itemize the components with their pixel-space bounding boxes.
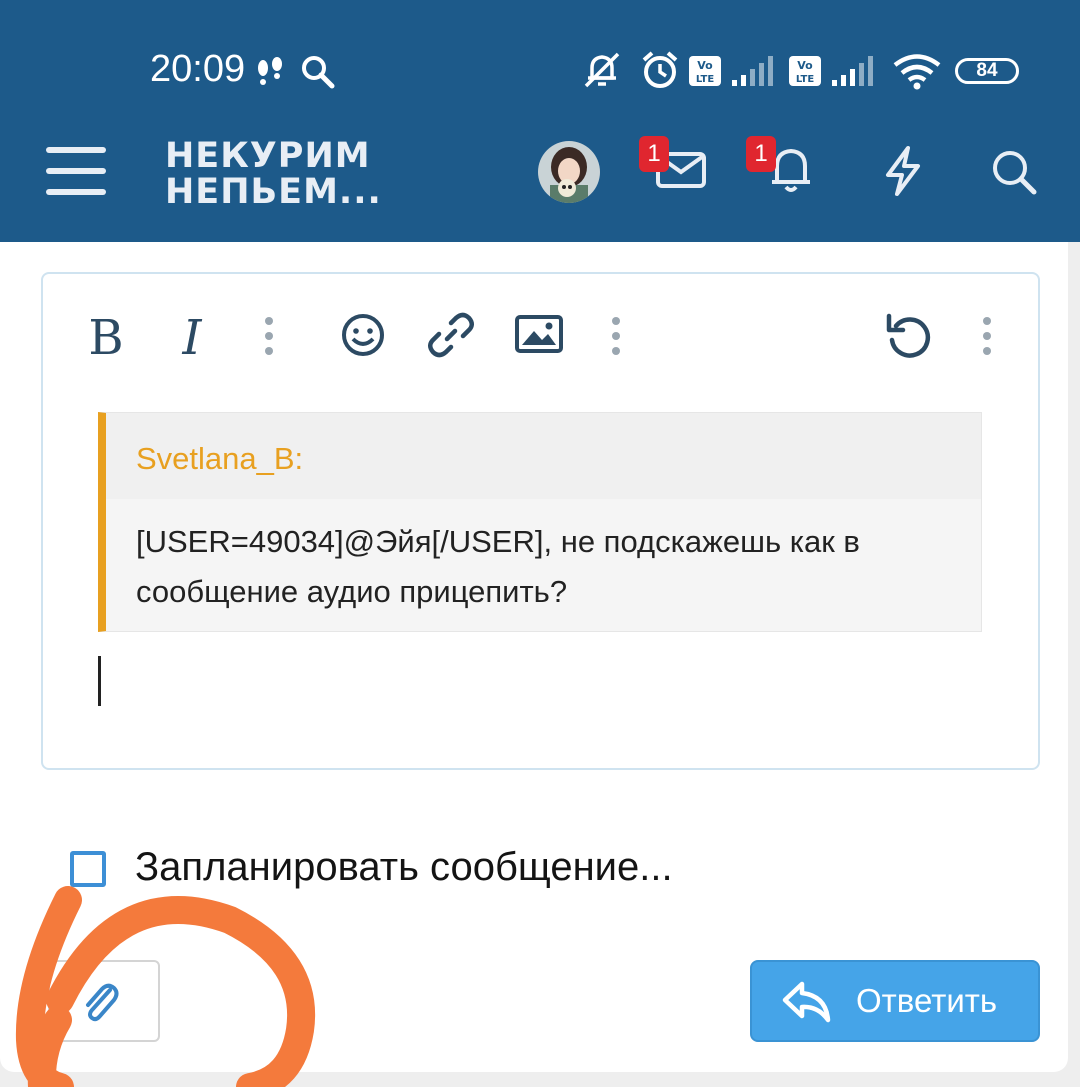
quote-text: [USER=49034]@Эйя[/USER], не подскажешь к…: [136, 524, 860, 609]
battery-level: 84: [976, 60, 998, 81]
more-vertical-icon[interactable]: [262, 316, 276, 356]
volte-icon: Vo LTE: [789, 56, 821, 86]
svg-text:LTE: LTE: [696, 74, 715, 85]
status-time: 20:09: [150, 48, 246, 90]
step-counter-icon: [258, 57, 282, 85]
battery-icon: 84: [955, 58, 1019, 84]
schedule-checkbox[interactable]: [70, 851, 106, 887]
more-vertical-icon[interactable]: [980, 316, 994, 356]
svg-text:I: I: [182, 312, 203, 360]
site-title-line2: НЕПЬЕМ...: [165, 172, 382, 212]
alerts-badge: 1: [746, 136, 776, 172]
signal-icon: [832, 56, 873, 86]
link-icon[interactable]: [426, 310, 476, 360]
text-cursor: [98, 656, 101, 706]
reply-button-label: Ответить: [856, 982, 998, 1019]
svg-text:LTE: LTE: [796, 74, 815, 85]
reply-icon: [782, 981, 831, 1023]
volte-icon: Vo LTE: [689, 56, 721, 86]
alarm-icon: [642, 51, 678, 88]
status-bar: 20:09 Vo LTE Vo LTE 84: [0, 0, 1080, 120]
reply-button[interactable]: Ответить: [750, 960, 1040, 1042]
avatar[interactable]: [538, 141, 600, 203]
search-icon[interactable]: [990, 148, 1038, 196]
menu-icon[interactable]: [46, 145, 106, 197]
quote-block: Svetlana_B: [USER=49034]@Эйя[/USER], не …: [98, 412, 982, 632]
schedule-checkbox-label[interactable]: Запланировать сообщение...: [135, 845, 673, 890]
messages-badge: 1: [639, 136, 669, 172]
paperclip-icon: [86, 983, 119, 1022]
search-icon: [302, 56, 335, 89]
site-title[interactable]: НЕКУРИМ НЕПЬЕМ...: [165, 138, 382, 210]
quote-author[interactable]: Svetlana_B:: [136, 441, 303, 477]
mute-icon: [584, 52, 620, 88]
svg-text:Vo: Vo: [797, 59, 813, 72]
site-title-line1: НЕКУРИМ: [165, 136, 371, 176]
quote-header: Svetlana_B:: [106, 413, 981, 499]
undo-icon[interactable]: [884, 310, 934, 360]
signal-icon: [732, 56, 773, 86]
lightning-icon[interactable]: [882, 145, 924, 197]
smiley-icon[interactable]: [340, 312, 386, 358]
attach-files-button[interactable]: [48, 960, 160, 1042]
italic-icon[interactable]: I: [172, 312, 212, 360]
svg-text:Vo: Vo: [697, 59, 713, 72]
more-vertical-icon[interactable]: [609, 316, 623, 356]
svg-text:B: B: [88, 312, 123, 360]
wifi-icon: [893, 54, 941, 90]
bold-icon[interactable]: B: [86, 312, 126, 360]
image-icon[interactable]: [514, 314, 564, 354]
